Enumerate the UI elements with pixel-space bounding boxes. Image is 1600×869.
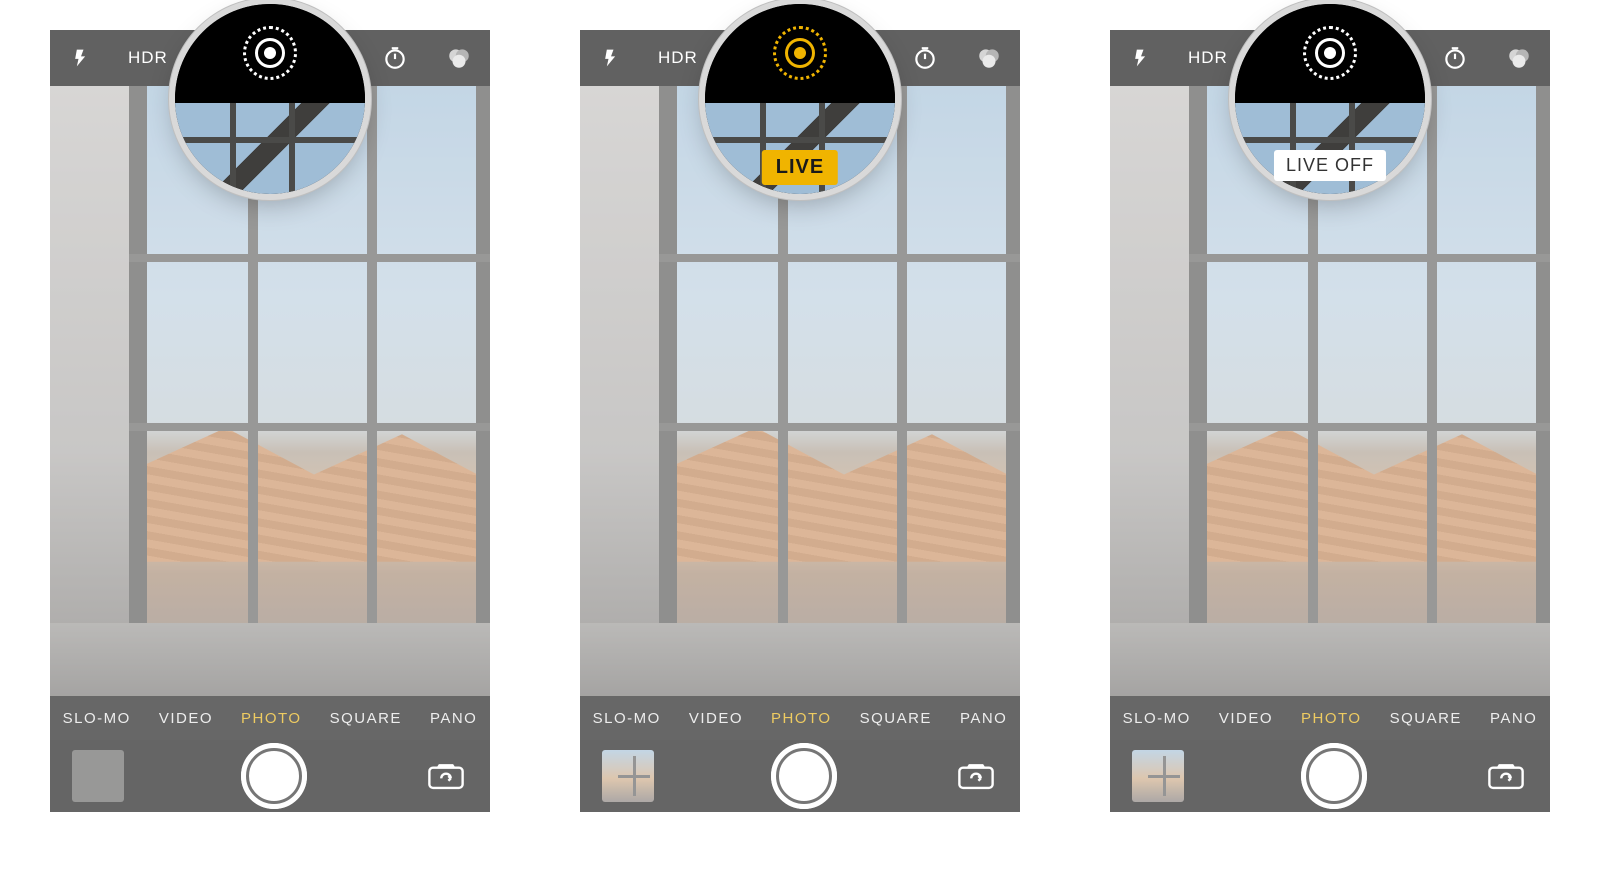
mode-video[interactable]: VIDEO: [1219, 710, 1273, 727]
timer-icon[interactable]: [1438, 41, 1472, 75]
mode-slo-mo[interactable]: SLO-MO: [1123, 710, 1191, 727]
mode-pano[interactable]: PANO: [960, 710, 1007, 727]
timer-icon[interactable]: [908, 41, 942, 75]
switch-camera-icon[interactable]: [424, 758, 468, 794]
mode-photo[interactable]: PHOTO: [771, 710, 832, 727]
hdr-toggle[interactable]: HDR: [128, 48, 168, 68]
mode-pano[interactable]: PANO: [430, 710, 477, 727]
mode-square[interactable]: SQUARE: [860, 710, 932, 727]
camera-bottom-toolbar: [1110, 740, 1550, 812]
mode-video[interactable]: VIDEO: [159, 710, 213, 727]
mode-video[interactable]: VIDEO: [689, 710, 743, 727]
shutter-button[interactable]: [1301, 743, 1367, 809]
flash-icon[interactable]: [64, 41, 98, 75]
camera-top-toolbar: HDR: [580, 30, 1020, 86]
flash-icon[interactable]: [594, 41, 628, 75]
mode-pano[interactable]: PANO: [1490, 710, 1537, 727]
phone-screen-3: HDR: [1110, 30, 1550, 812]
last-photo-thumbnail[interactable]: [1132, 750, 1184, 802]
shutter-button[interactable]: [771, 743, 837, 809]
switch-camera-icon[interactable]: [1484, 758, 1528, 794]
live-off-badge: LIVE OFF: [1274, 150, 1386, 181]
camera-top-toolbar: HDR: [1110, 30, 1550, 86]
mode-slo-mo[interactable]: SLO-MO: [63, 710, 131, 727]
mode-photo[interactable]: PHOTO: [241, 710, 302, 727]
timer-icon[interactable]: [378, 41, 412, 75]
live-badge: LIVE: [762, 150, 838, 185]
tutorial-screens-row: HDR: [0, 0, 1600, 812]
hdr-toggle[interactable]: HDR: [658, 48, 698, 68]
last-photo-thumbnail[interactable]: [602, 750, 654, 802]
camera-bottom-toolbar: [580, 740, 1020, 812]
live-photo-toggle[interactable]: [1316, 41, 1350, 75]
camera-top-toolbar: HDR: [50, 30, 490, 86]
camera-mode-selector[interactable]: SLO-MO VIDEO PHOTO SQUARE PANO: [580, 696, 1020, 740]
mode-photo[interactable]: PHOTO: [1301, 710, 1362, 727]
camera-mode-selector[interactable]: SLO-MO VIDEO PHOTO SQUARE PANO: [50, 696, 490, 740]
last-photo-thumbnail[interactable]: [72, 750, 124, 802]
filters-icon[interactable]: [442, 41, 476, 75]
mode-slo-mo[interactable]: SLO-MO: [593, 710, 661, 727]
live-photo-toggle[interactable]: [786, 41, 820, 75]
switch-camera-icon[interactable]: [954, 758, 998, 794]
hdr-toggle[interactable]: HDR: [1188, 48, 1228, 68]
phone-screen-1: HDR: [50, 30, 490, 812]
filters-icon[interactable]: [972, 41, 1006, 75]
mode-square[interactable]: SQUARE: [1390, 710, 1462, 727]
live-photo-toggle[interactable]: [256, 41, 290, 75]
phone-screen-2: HDR: [580, 30, 1020, 812]
camera-mode-selector[interactable]: SLO-MO VIDEO PHOTO SQUARE PANO: [1110, 696, 1550, 740]
filters-icon[interactable]: [1502, 41, 1536, 75]
shutter-button[interactable]: [241, 743, 307, 809]
mode-square[interactable]: SQUARE: [330, 710, 402, 727]
flash-icon[interactable]: [1124, 41, 1158, 75]
camera-bottom-toolbar: [50, 740, 490, 812]
camera-viewfinder[interactable]: [50, 86, 490, 696]
